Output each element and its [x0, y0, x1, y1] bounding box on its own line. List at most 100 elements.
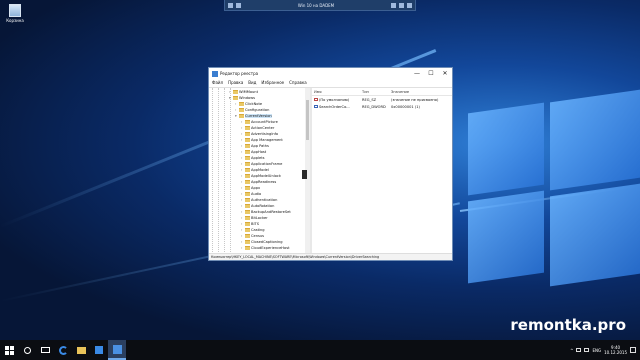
tree-node-label: CloudExperienceHost	[251, 246, 290, 250]
task-view-button[interactable]	[36, 340, 54, 360]
folder-icon	[245, 222, 250, 226]
show-hidden-icons-icon[interactable]: ^	[570, 348, 573, 353]
maximize-button[interactable]: ☐	[424, 68, 438, 79]
dword-value-icon	[314, 105, 318, 108]
folder-icon	[245, 228, 250, 232]
remote-desktop-bar: Win 10 на DADEM	[224, 0, 416, 11]
folder-icon	[233, 96, 238, 100]
tree-node-label: Configuration	[245, 108, 270, 112]
menu-favorites[interactable]: Избранное	[261, 80, 284, 85]
tree-node-label: ClickNote	[245, 102, 263, 106]
store-icon	[95, 346, 103, 354]
folder-icon	[245, 240, 250, 244]
pin-icon[interactable]	[228, 2, 233, 8]
column-name[interactable]: Имя	[312, 90, 362, 94]
menu-edit[interactable]: Правка	[228, 80, 243, 85]
value-row[interactable]: SearchOrderCo... REG_DWORD 0x00000001 (1…	[312, 103, 452, 110]
panes: › WIMMount ▾ Windows › ClickNote › Configuratio…	[209, 87, 452, 254]
column-data[interactable]: Значение	[391, 90, 452, 94]
taskbar: ^ ENG 9:40 10.12.2015	[0, 340, 640, 360]
key-tree[interactable]: › WIMMount ▾ Windows › ClickNote › Configuratio…	[209, 88, 305, 254]
tree-node-label: WIMMount	[239, 90, 258, 94]
regedit-taskbar-button[interactable]	[108, 340, 126, 360]
network-icon[interactable]	[576, 348, 582, 352]
regedit-icon	[212, 70, 218, 77]
value-data: 0x00000001 (1)	[391, 104, 420, 109]
windows-logo-pane	[550, 89, 640, 191]
remote-session-title: Win 10 на DADEM	[297, 2, 335, 8]
close-button[interactable]: ✕	[438, 68, 452, 79]
value-name: (По умолчанию)	[319, 97, 350, 102]
file-explorer-icon	[76, 346, 86, 354]
tree-node-label: ClosedCaptioning	[251, 240, 283, 244]
folder-icon	[245, 126, 250, 130]
folder-icon	[245, 198, 250, 202]
edge-icon	[58, 345, 68, 355]
tree-node-label: AppReadiness	[251, 180, 277, 184]
tree-node-label: AppModel	[251, 168, 269, 172]
tree-node-label: AppModelUnlock	[251, 174, 281, 178]
tree-node[interactable]: › CloudExperienceHost	[241, 245, 290, 251]
string-value-icon	[314, 98, 318, 101]
store-taskbar-button[interactable]	[90, 340, 108, 360]
task-view-icon	[40, 347, 50, 353]
tree-node-label: BITS	[251, 222, 260, 226]
registry-editor-window: Редактор реестра — ☐ ✕ Файл Правка Вид И…	[208, 67, 453, 261]
tree-node-label: AccountPicture	[251, 120, 278, 124]
title-bar[interactable]: Редактор реестра — ☐ ✕	[209, 68, 452, 79]
regedit-icon	[112, 344, 122, 354]
tree-node-label: CurrentVersion	[245, 114, 272, 118]
tree-node-label: Census	[251, 234, 265, 238]
folder-icon	[245, 180, 250, 184]
values-header: Имя Тип Значение	[312, 88, 452, 96]
tree-node-label: Windows	[239, 96, 256, 100]
status-bar-path: Компьютер\HKEY_LOCAL_MACHINE\SOFTWARE\Mi…	[209, 253, 452, 260]
search-icon	[23, 346, 31, 354]
language-indicator[interactable]: ENG	[592, 348, 601, 353]
tree-guide	[218, 88, 219, 254]
folder-icon	[239, 108, 244, 112]
clock[interactable]: 9:40 10.12.2015	[604, 345, 627, 355]
explorer-taskbar-button[interactable]	[72, 340, 90, 360]
search-button[interactable]	[18, 340, 36, 360]
windows-logo-pane	[550, 183, 640, 287]
value-type: REG_SZ	[362, 97, 377, 102]
recycle-bin-label: Корзина	[6, 18, 24, 23]
start-button[interactable]	[0, 340, 18, 360]
minimize-icon[interactable]	[391, 2, 396, 8]
tree-guide	[230, 88, 231, 254]
tree-node-label: AutoRotation	[251, 204, 275, 208]
menu-view[interactable]: Вид	[248, 80, 256, 85]
restore-icon[interactable]	[399, 2, 404, 8]
column-type[interactable]: Тип	[362, 90, 391, 94]
folder-icon	[245, 132, 250, 136]
system-tray: ^ ENG 9:40 10.12.2015	[570, 345, 640, 355]
edge-taskbar-button[interactable]	[54, 340, 72, 360]
value-row[interactable]: (По умолчанию) REG_SZ (значение не присв…	[312, 96, 452, 103]
folder-icon	[239, 114, 244, 118]
recycle-bin[interactable]: Корзина	[4, 4, 26, 23]
menu-help[interactable]: Справка	[289, 80, 307, 85]
windows-logo-pane	[468, 190, 544, 284]
mouse-cursor	[302, 170, 307, 179]
folder-icon	[245, 150, 250, 154]
tree-node-label: ApplicationFrame	[251, 162, 283, 166]
minimize-button[interactable]: —	[410, 68, 424, 79]
tree-node-label: Audio	[251, 192, 262, 196]
tree-node-label: Casting	[251, 228, 265, 232]
folder-icon	[245, 144, 250, 148]
windows-logo-pane	[468, 102, 544, 196]
folder-icon	[245, 138, 250, 142]
folder-icon	[245, 204, 250, 208]
folder-icon	[245, 156, 250, 160]
folder-icon	[245, 210, 250, 214]
volume-icon[interactable]	[584, 348, 590, 352]
tree-node-label: Appx	[251, 186, 261, 190]
folder-icon	[245, 162, 250, 166]
scrollbar-thumb[interactable]	[306, 100, 309, 140]
tree-node-label: Authentication	[251, 198, 278, 202]
notifications-icon[interactable]	[630, 347, 636, 353]
close-icon[interactable]	[407, 2, 412, 8]
value-name: SearchOrderCo...	[319, 104, 350, 109]
menu-file[interactable]: Файл	[212, 80, 223, 85]
